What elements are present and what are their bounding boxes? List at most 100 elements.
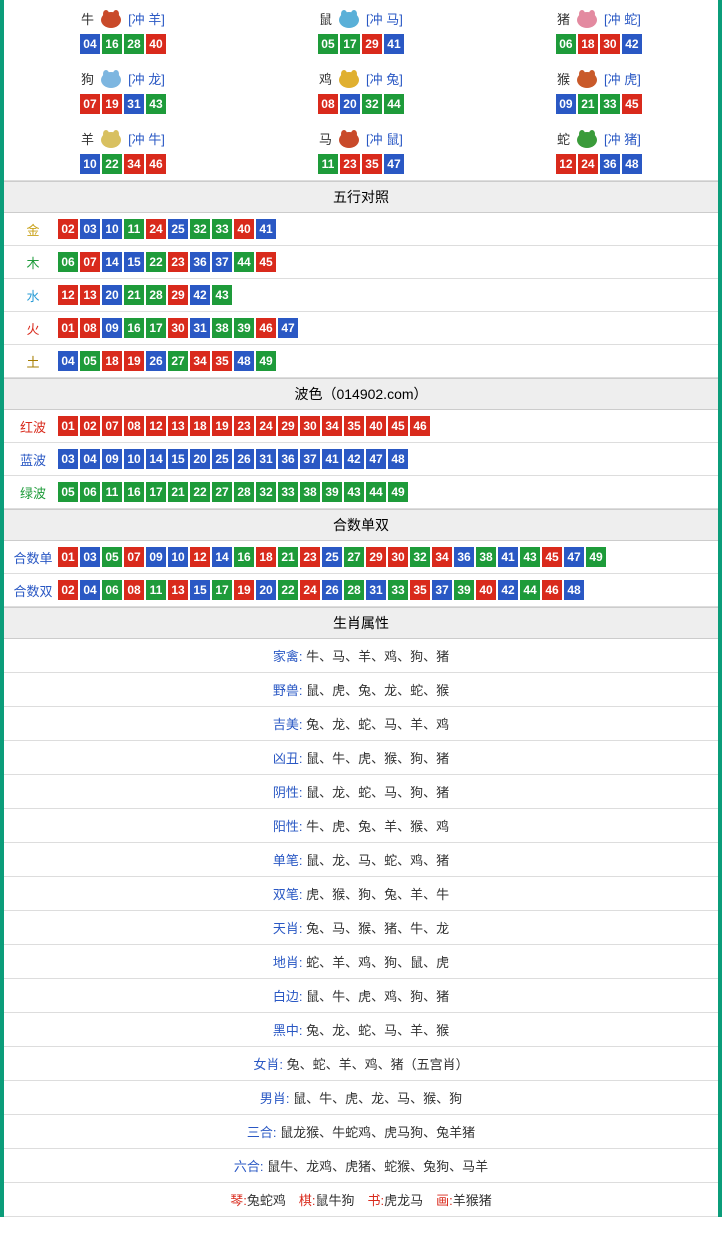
number-badge: 46: [542, 580, 562, 600]
attr-label: 家禽:: [273, 649, 306, 664]
number-badge: 11: [102, 482, 122, 502]
qin-row: 琴:兔蛇鸡 棋:鼠牛狗 书:虎龙马 画:羊猴猪: [4, 1183, 718, 1217]
data-row: 合数双0204060811131517192022242628313335373…: [4, 574, 718, 607]
zodiac-icon: [334, 66, 364, 90]
number-badge: 21: [578, 94, 598, 114]
number-badge: 33: [278, 482, 298, 502]
attr-label: 六合:: [234, 1159, 267, 1174]
number-badge: 01: [58, 547, 78, 567]
number-badge: 13: [168, 580, 188, 600]
attr-label: 地肖:: [273, 955, 306, 970]
number-badge: 08: [124, 416, 144, 436]
number-badge: 34: [432, 547, 452, 567]
number-badge: 19: [212, 416, 232, 436]
number-badge: 02: [58, 219, 78, 239]
number-badge: 15: [124, 252, 144, 272]
number-badge: 08: [80, 318, 100, 338]
number-badge: 01: [58, 318, 78, 338]
number-badge: 47: [278, 318, 298, 338]
zodiac-icon: [96, 6, 126, 30]
attr-value: 鼠牛、龙鸡、虎猪、蛇猴、兔狗、马羊: [267, 1159, 488, 1174]
shengxiao-header: 生肖属性: [4, 607, 718, 639]
number-badge: 29: [366, 547, 386, 567]
zodiac-icon: [572, 66, 602, 90]
row-label: 合数双: [8, 581, 58, 600]
number-badge: 44: [366, 482, 386, 502]
number-badge: 22: [278, 580, 298, 600]
zodiac-conflict: [冲 鼠]: [366, 129, 403, 148]
number-badge: 23: [300, 547, 320, 567]
number-badge: 18: [102, 351, 122, 371]
zodiac-cell: 猪[冲 蛇]06183042: [480, 0, 718, 60]
data-row: 土04051819262734354849: [4, 345, 718, 378]
number-badge: 20: [340, 94, 360, 114]
wuxing-header: 五行对照: [4, 181, 718, 213]
number-badge: 26: [146, 351, 166, 371]
zodiac-conflict: [冲 猪]: [604, 129, 641, 148]
attr-row: 天肖: 兔、马、猴、猪、牛、龙: [4, 911, 718, 945]
data-row: 绿波05061116172122272832333839434449: [4, 476, 718, 509]
attr-value: 蛇、羊、鸡、狗、鼠、虎: [306, 955, 449, 970]
number-badge: 49: [256, 351, 276, 371]
attr-row: 家禽: 牛、马、羊、鸡、狗、猪: [4, 639, 718, 673]
number-badge: 48: [564, 580, 584, 600]
number-badge: 43: [212, 285, 232, 305]
number-badge: 40: [146, 34, 166, 54]
zodiac-conflict: [冲 马]: [366, 9, 403, 28]
number-badge: 32: [410, 547, 430, 567]
number-badge: 21: [124, 285, 144, 305]
qin-label: 画:: [436, 1193, 453, 1208]
number-badge: 14: [146, 449, 166, 469]
number-badge: 28: [344, 580, 364, 600]
number-badge: 07: [102, 416, 122, 436]
zodiac-name: 鼠: [319, 9, 332, 28]
number-badge: 47: [384, 154, 404, 174]
number-badge: 06: [58, 252, 78, 272]
attr-value: 鼠、虎、兔、龙、蛇、猴: [306, 683, 449, 698]
attr-row: 阴性: 鼠、龙、蛇、马、狗、猪: [4, 775, 718, 809]
attr-row: 野兽: 鼠、虎、兔、龙、蛇、猴: [4, 673, 718, 707]
zodiac-cell: 马[冲 鼠]11233547: [242, 120, 480, 180]
number-badge: 18: [578, 34, 598, 54]
number-badge: 20: [190, 449, 210, 469]
number-badge: 17: [340, 34, 360, 54]
number-badge: 29: [278, 416, 298, 436]
number-badge: 40: [234, 219, 254, 239]
data-row: 火0108091617303138394647: [4, 312, 718, 345]
number-badge: 05: [318, 34, 338, 54]
number-badge: 24: [146, 219, 166, 239]
number-badge: 46: [410, 416, 430, 436]
attr-value: 鼠龙猴、牛蛇鸡、虎马狗、兔羊猪: [280, 1125, 475, 1140]
attr-value: 鼠、龙、蛇、马、狗、猪: [306, 785, 449, 800]
number-badge: 42: [498, 580, 518, 600]
zodiac-icon: [96, 126, 126, 150]
number-badge: 40: [476, 580, 496, 600]
qin-label: 琴:: [230, 1193, 247, 1208]
attr-value: 兔、龙、蛇、马、羊、鸡: [306, 717, 449, 732]
data-row: 水1213202128294243: [4, 279, 718, 312]
number-badge: 25: [168, 219, 188, 239]
number-badge: 32: [256, 482, 276, 502]
number-badge: 20: [102, 285, 122, 305]
number-badge: 37: [300, 449, 320, 469]
number-badge: 26: [234, 449, 254, 469]
number-badge: 02: [80, 416, 100, 436]
number-badge: 41: [498, 547, 518, 567]
zodiac-name: 马: [319, 129, 332, 148]
zodiac-cell: 猴[冲 虎]09213345: [480, 60, 718, 120]
number-badge: 35: [362, 154, 382, 174]
number-badge: 04: [58, 351, 78, 371]
number-badge: 16: [234, 547, 254, 567]
number-badge: 19: [234, 580, 254, 600]
number-badge: 21: [168, 482, 188, 502]
number-badge: 33: [212, 219, 232, 239]
number-badge: 27: [212, 482, 232, 502]
number-badge: 12: [190, 547, 210, 567]
number-badge: 17: [212, 580, 232, 600]
number-badge: 25: [212, 449, 232, 469]
number-badge: 17: [146, 318, 166, 338]
number-badge: 35: [212, 351, 232, 371]
number-badge: 03: [58, 449, 78, 469]
number-badge: 19: [124, 351, 144, 371]
attr-row: 三合: 鼠龙猴、牛蛇鸡、虎马狗、兔羊猪: [4, 1115, 718, 1149]
